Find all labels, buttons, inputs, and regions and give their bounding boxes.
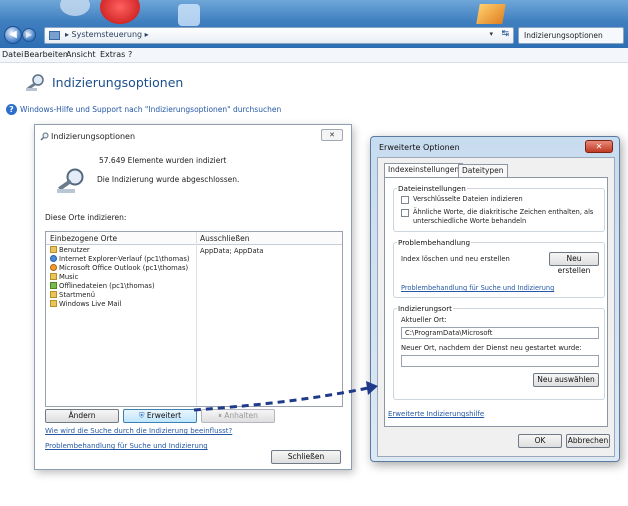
indexed-count: 57.649 Elemente wurden indiziert xyxy=(99,156,227,165)
diacritics-checkbox[interactable] xyxy=(401,209,409,217)
table-row[interactable]: Music xyxy=(50,273,78,282)
chevron-down-icon[interactable]: ▾ xyxy=(489,30,493,38)
troubleshoot-link[interactable]: Problembehandlung für Suche und Indizier… xyxy=(45,442,208,450)
folder-icon xyxy=(50,273,57,280)
page-title: Indizierungsoptionen xyxy=(52,75,184,90)
internet-explorer-icon xyxy=(50,255,57,262)
tab-file-types[interactable]: Dateitypen xyxy=(458,164,508,177)
refresh-icon[interactable]: ↹ xyxy=(501,29,509,39)
desktop-decoration xyxy=(476,4,506,24)
table-row[interactable]: Offlinedateien (pc1\thomas) xyxy=(50,282,155,291)
search-influence-link[interactable]: Wie wird die Suche durch die Indizierung… xyxy=(45,427,232,435)
rebuild-button[interactable]: Neu erstellen xyxy=(549,252,599,275)
column-header-excluded[interactable]: Ausschließen xyxy=(200,234,249,243)
advanced-options-dialog: Erweiterte Optionen ✕ Indexeinstellungen… xyxy=(370,136,620,462)
close-dialog-button[interactable]: Schließen xyxy=(271,450,341,464)
magnifier-icon xyxy=(26,74,44,91)
menu-item-help[interactable]: ? xyxy=(128,50,132,59)
help-search-link[interactable]: Windows-Hilfe und Support nach "Indizier… xyxy=(20,105,281,114)
checkbox-label: Ähnliche Worte, die diakritische Zeichen… xyxy=(413,208,594,225)
location-label: Microsoft Office Outlook (pc1\thomas) xyxy=(59,264,189,272)
desktop-decoration xyxy=(178,4,200,26)
breadcrumb[interactable]: ▸ Systemsteuerung ▸ xyxy=(65,30,149,39)
current-location-label: Aktueller Ort: xyxy=(401,316,447,324)
desktop-decoration xyxy=(100,0,140,24)
troubleshoot-link[interactable]: Problembehandlung für Suche und Indizier… xyxy=(401,284,554,292)
dialog-body: Indexeinstellungen Dateitypen Dateieinst… xyxy=(377,157,615,457)
location-label: Offlinedateien (pc1\thomas) xyxy=(59,282,155,290)
menu-item-bearbeiten[interactable]: Bearbeiten xyxy=(24,50,68,59)
current-location-field: C:\ProgramData\Microsoft xyxy=(401,327,599,339)
close-button[interactable]: ✕ xyxy=(585,140,613,153)
location-label: Benutzer xyxy=(59,246,90,254)
column-header-included[interactable]: Einbezogene Orte xyxy=(50,234,117,243)
window-titlebar: ◀ ▶ ▸ Systemsteuerung ▸ ▾ ↹ Indizierungs… xyxy=(0,0,628,48)
outlook-icon xyxy=(50,264,57,271)
magnifier-icon xyxy=(57,168,84,193)
menu-bar: Datei Bearbeiten Ansicht Extras ? xyxy=(0,48,628,63)
control-panel-icon xyxy=(49,31,60,40)
change-button[interactable]: Ändern xyxy=(45,409,119,423)
close-button[interactable]: ✕ xyxy=(321,129,343,141)
desktop-decoration xyxy=(60,0,90,16)
table-row[interactable]: Benutzer xyxy=(50,246,90,255)
table-header: Einbezogene Orte Ausschließen xyxy=(46,232,342,245)
shield-icon: ⛨ xyxy=(138,411,145,420)
address-bar[interactable]: ▸ Systemsteuerung ▸ ▾ ↹ xyxy=(44,27,514,44)
table-row[interactable]: Startmenü xyxy=(50,291,95,300)
folder-icon xyxy=(50,300,57,307)
menu-item-ansicht[interactable]: Ansicht xyxy=(66,50,96,59)
annotation-arrow xyxy=(193,381,378,412)
advanced-help-link[interactable]: Erweiterte Indizierungshilfe xyxy=(388,410,484,418)
select-new-button[interactable]: Neu auswählen xyxy=(533,373,599,387)
group-label: Problembehandlung xyxy=(397,238,472,247)
excluded-value: AppData; AppData xyxy=(200,247,264,255)
indexing-options-dialog: Indizierungsoptionen ✕ 57.649 Elemente w… xyxy=(34,124,352,470)
location-label: Music xyxy=(59,273,79,281)
forward-arrow-icon[interactable]: ▶ xyxy=(22,28,36,42)
group-label: Dateieinstellungen xyxy=(397,184,467,193)
magnifier-icon xyxy=(40,132,49,141)
table-row[interactable]: Microsoft Office Outlook (pc1\thomas) xyxy=(50,264,188,273)
locations-label: Diese Orte indizieren: xyxy=(45,213,127,222)
help-icon: ? xyxy=(6,104,17,115)
location-label: Windows Live Mail xyxy=(59,300,122,308)
menu-item-datei[interactable]: Datei xyxy=(2,50,23,59)
encrypted-checkbox[interactable] xyxy=(401,196,409,204)
advanced-button[interactable]: ⛨ Erweitert xyxy=(123,409,197,423)
new-location-field xyxy=(401,355,599,367)
menu-item-extras[interactable]: Extras xyxy=(100,50,125,59)
table-row[interactable]: Windows Live Mail xyxy=(50,300,121,309)
indexing-status: Die Indizierung wurde abgeschlossen. xyxy=(97,175,240,184)
dialog-title: Erweiterte Optionen xyxy=(379,143,460,152)
dialog-title: Indizierungsoptionen xyxy=(51,132,136,141)
table-row[interactable]: Internet Explorer-Verlauf (pc1\thomas) xyxy=(50,255,190,264)
group-label: Indizierungsort xyxy=(397,304,453,313)
location-label: Internet Explorer-Verlauf (pc1\thomas) xyxy=(59,255,190,263)
advanced-button-label: Erweitert xyxy=(146,411,182,420)
cancel-button[interactable]: Abbrechen xyxy=(566,434,610,448)
new-location-label: Neuer Ort, nachdem der Dienst neu gestar… xyxy=(401,344,582,352)
sync-icon xyxy=(50,282,57,289)
folder-icon xyxy=(50,246,57,253)
back-arrow-icon[interactable]: ◀ xyxy=(4,26,22,44)
tab-panel: Dateieinstellungen Verschlüsselte Dateie… xyxy=(384,177,608,427)
ok-button[interactable]: OK xyxy=(518,434,562,448)
search-input[interactable]: Indizierungsoptionen xyxy=(518,27,624,44)
tab-index-settings[interactable]: Indexeinstellungen xyxy=(384,163,464,178)
location-label: Startmenü xyxy=(59,291,96,299)
checkbox-label: Verschlüsselte Dateien indizieren xyxy=(413,195,523,203)
folder-icon xyxy=(50,291,57,298)
rebuild-label: Index löschen und neu erstellen xyxy=(401,255,510,263)
